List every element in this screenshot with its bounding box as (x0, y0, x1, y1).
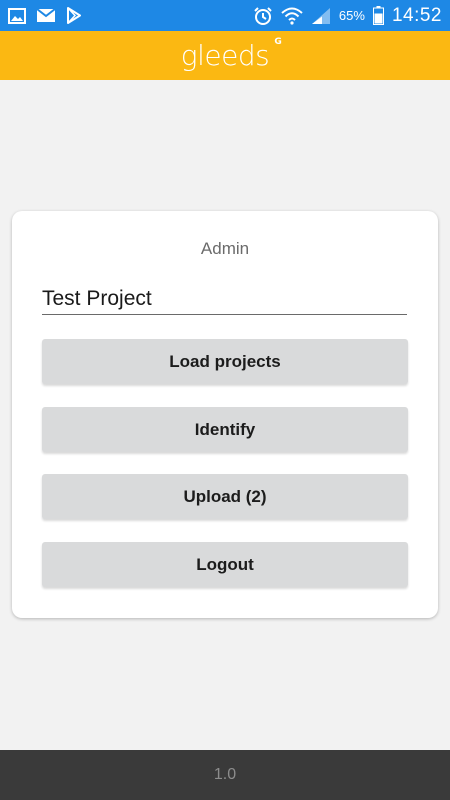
admin-card: Admin Load projects Identify Upload (2) … (12, 211, 438, 618)
wifi-icon (281, 7, 303, 25)
app-header: gleeds G (0, 31, 450, 80)
upload-button[interactable]: Upload (2) (42, 474, 408, 519)
logo-mark: G (274, 37, 282, 47)
play-store-icon (66, 7, 82, 24)
battery-icon (372, 6, 384, 25)
logout-button[interactable]: Logout (42, 542, 408, 587)
gleeds-logo: gleeds G (180, 37, 282, 72)
mail-icon (36, 8, 56, 23)
project-name-input[interactable] (42, 283, 407, 315)
footer: 1.0 (0, 750, 450, 800)
identify-button[interactable]: Identify (42, 407, 408, 452)
version-label: 1.0 (213, 766, 237, 783)
status-left-icons (8, 7, 82, 24)
gallery-icon (8, 7, 26, 24)
card-title: Admin (200, 239, 250, 258)
alarm-icon (253, 6, 273, 26)
battery-percentage: 65% (338, 8, 365, 23)
status-bar: 65% 14:52 (0, 0, 450, 31)
clock: 14:52 (391, 4, 442, 26)
logo-text: gleeds (180, 39, 270, 72)
load-projects-button[interactable]: Load projects (42, 339, 408, 384)
signal-icon (311, 7, 331, 25)
status-right-icons: 65% 14:52 (253, 5, 442, 27)
